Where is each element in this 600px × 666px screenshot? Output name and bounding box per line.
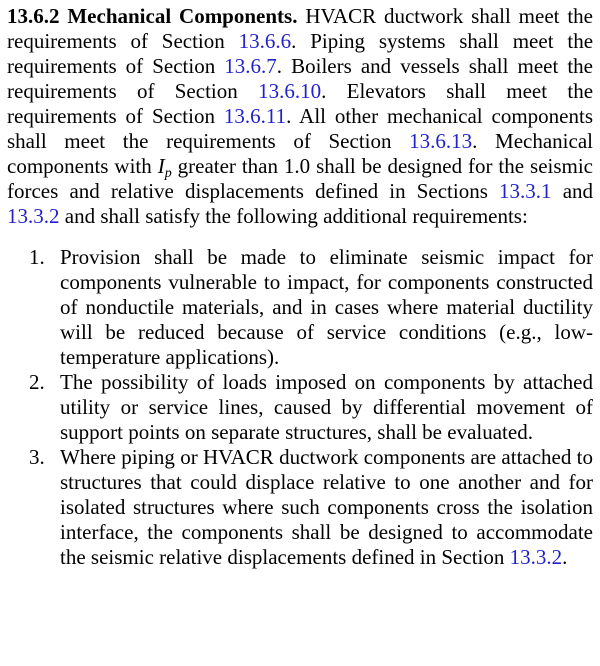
intro-text: and shall satisfy the following addition… [64,204,528,228]
intro-text: and [562,179,594,203]
requirement-text: Provision shall be made to eliminate sei… [60,245,593,369]
ref-link-13-6-10[interactable]: 13.6.10 [258,79,321,103]
requirement-item-2: 2. The possibility of loads imposed on c… [7,370,593,445]
requirement-number: 1. [29,245,45,269]
section-intro-paragraph: 13.6.2 Mechanical Components. HVACR duct… [7,4,593,229]
ip-symbol: Ip [157,154,172,181]
requirement-number: 3. [29,445,45,469]
requirement-item-3: 3. Where piping or HVACR ductwork compon… [7,445,593,570]
document-page: 13.6.2 Mechanical Components. HVACR duct… [0,0,600,570]
requirements-list: 1. Provision shall be made to eliminate … [7,245,593,570]
requirement-number: 2. [29,370,45,394]
requirement-tail: . [562,545,568,569]
ref-link-13-3-2[interactable]: 13.3.2 [7,204,60,228]
requirement-item-1: 1. Provision shall be made to eliminate … [7,245,593,370]
ref-link-13-3-1[interactable]: 13.3.1 [499,179,552,203]
requirement-text: The possibility of loads imposed on comp… [60,370,593,444]
ref-link-13-6-6[interactable]: 13.6.6 [239,29,292,53]
ref-link-13-6-13[interactable]: 13.6.13 [409,129,472,153]
section-heading: 13.6.2 Mechanical Components. [7,4,298,28]
ref-link-13-3-2[interactable]: 13.3.2 [510,545,563,569]
ip-symbol-base: I [157,154,165,178]
ref-link-13-6-7[interactable]: 13.6.7 [224,54,277,78]
ref-link-13-6-11[interactable]: 13.6.11 [224,104,286,128]
